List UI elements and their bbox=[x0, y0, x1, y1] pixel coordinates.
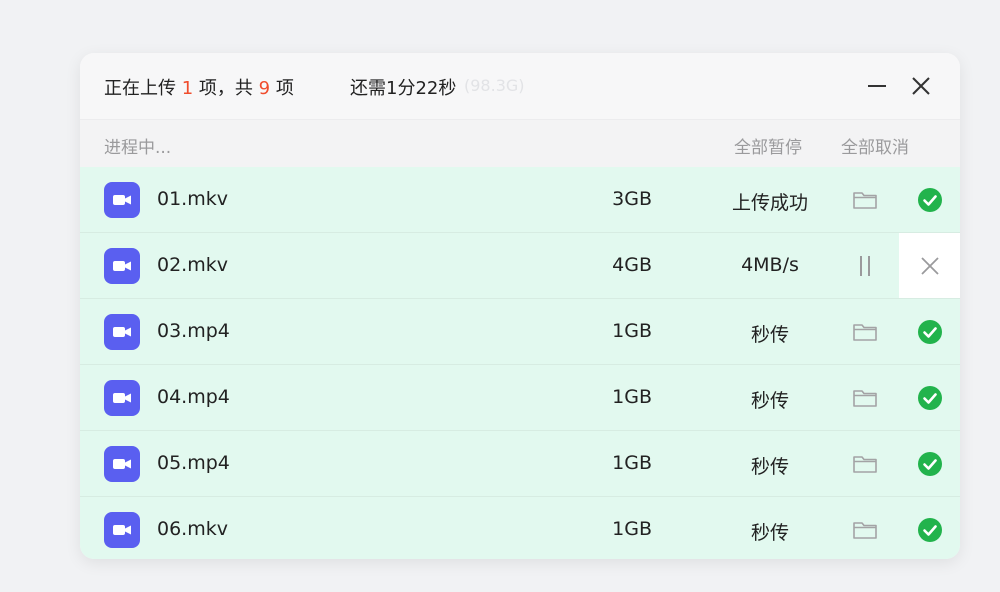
video-file-icon bbox=[104, 248, 140, 284]
remaining-size: (98.3G) bbox=[464, 76, 525, 95]
time-remaining: 还需1分22秒 bbox=[350, 78, 457, 99]
video-icon bbox=[111, 453, 133, 475]
pause-button[interactable] bbox=[850, 251, 880, 281]
open-folder-button[interactable] bbox=[850, 383, 880, 413]
uploading-count: 1 bbox=[181, 78, 194, 99]
file-row: 06.mkv 1GB 秒传 bbox=[80, 497, 960, 559]
upload-complete-indicator bbox=[899, 167, 960, 232]
file-size: 3GB bbox=[612, 188, 652, 210]
file-list: 01.mkv 3GB 上传成功 02.mkv 4GB 4MB/s 03.mp4 1GB 秒传 04… bbox=[80, 167, 960, 559]
file-row: 04.mp4 1GB 秒传 bbox=[80, 365, 960, 431]
file-row: 05.mp4 1GB 秒传 bbox=[80, 431, 960, 497]
file-name: 03.mp4 bbox=[157, 320, 230, 342]
pause-icon bbox=[854, 253, 876, 279]
video-file-icon bbox=[104, 512, 140, 548]
file-row: 01.mkv 3GB 上传成功 bbox=[80, 167, 960, 233]
total-count: 9 bbox=[258, 78, 271, 99]
file-status: 秒传 bbox=[750, 390, 789, 412]
folder-icon bbox=[852, 387, 878, 409]
video-icon bbox=[111, 519, 133, 541]
file-name: 02.mkv bbox=[157, 254, 228, 276]
file-row: 02.mkv 4GB 4MB/s bbox=[80, 233, 960, 299]
upload-complete-indicator bbox=[899, 497, 960, 559]
file-size: 1GB bbox=[612, 518, 652, 540]
file-status: 秒传 bbox=[750, 324, 789, 346]
folder-icon bbox=[852, 189, 878, 211]
file-status: 4MB/s bbox=[741, 254, 799, 276]
video-file-icon bbox=[104, 380, 140, 416]
file-status: 秒传 bbox=[750, 456, 789, 478]
file-size: 1GB bbox=[612, 386, 652, 408]
check-circle-icon bbox=[917, 517, 943, 543]
file-status: 上传成功 bbox=[731, 192, 808, 214]
file-size: 1GB bbox=[612, 452, 652, 474]
file-size: 1GB bbox=[612, 320, 652, 342]
minimize-icon bbox=[868, 85, 886, 87]
open-folder-button[interactable] bbox=[850, 185, 880, 215]
minimize-button[interactable] bbox=[864, 73, 890, 99]
upload-complete-indicator bbox=[899, 299, 960, 364]
file-size: 4GB bbox=[612, 254, 652, 276]
toolbar: 进程中... 全部暂停 全部取消 bbox=[80, 119, 960, 168]
open-folder-button[interactable] bbox=[850, 515, 880, 545]
check-circle-icon bbox=[917, 319, 943, 345]
video-icon bbox=[111, 189, 133, 211]
file-status: 秒传 bbox=[750, 522, 789, 544]
file-name: 06.mkv bbox=[157, 518, 228, 540]
video-icon bbox=[111, 255, 133, 277]
file-name: 04.mp4 bbox=[157, 386, 230, 408]
progress-label: 进程中... bbox=[104, 138, 172, 158]
folder-icon bbox=[852, 453, 878, 475]
check-circle-icon bbox=[917, 385, 943, 411]
close-icon bbox=[912, 77, 930, 95]
check-circle-icon bbox=[917, 187, 943, 213]
panel-header: 正在上传 1 项，共 9 项 还需1分22秒 (98.3G) bbox=[80, 53, 960, 119]
close-icon bbox=[919, 255, 941, 277]
video-file-icon bbox=[104, 182, 140, 218]
pause-all-button[interactable]: 全部暂停 bbox=[734, 133, 802, 158]
title-prefix: 正在上传 bbox=[104, 78, 182, 99]
title-suffix: 项 bbox=[270, 78, 294, 99]
video-icon bbox=[111, 387, 133, 409]
video-icon bbox=[111, 321, 133, 343]
folder-icon bbox=[852, 321, 878, 343]
upload-summary: 正在上传 1 项，共 9 项 bbox=[104, 74, 294, 100]
file-name: 05.mp4 bbox=[157, 452, 230, 474]
video-file-icon bbox=[104, 314, 140, 350]
upload-complete-indicator bbox=[899, 431, 960, 496]
cancel-upload-button[interactable] bbox=[899, 233, 960, 298]
open-folder-button[interactable] bbox=[850, 449, 880, 479]
video-file-icon bbox=[104, 446, 140, 482]
check-circle-icon bbox=[917, 451, 943, 477]
file-name: 01.mkv bbox=[157, 188, 228, 210]
folder-icon bbox=[852, 519, 878, 541]
file-row: 03.mp4 1GB 秒传 bbox=[80, 299, 960, 365]
open-folder-button[interactable] bbox=[850, 317, 880, 347]
title-mid: 项，共 bbox=[193, 78, 259, 99]
cancel-all-button[interactable]: 全部取消 bbox=[841, 133, 909, 158]
upload-panel: 正在上传 1 项，共 9 项 还需1分22秒 (98.3G) 进程中... 全部… bbox=[80, 53, 960, 559]
close-button[interactable] bbox=[908, 73, 934, 99]
upload-complete-indicator bbox=[899, 365, 960, 430]
